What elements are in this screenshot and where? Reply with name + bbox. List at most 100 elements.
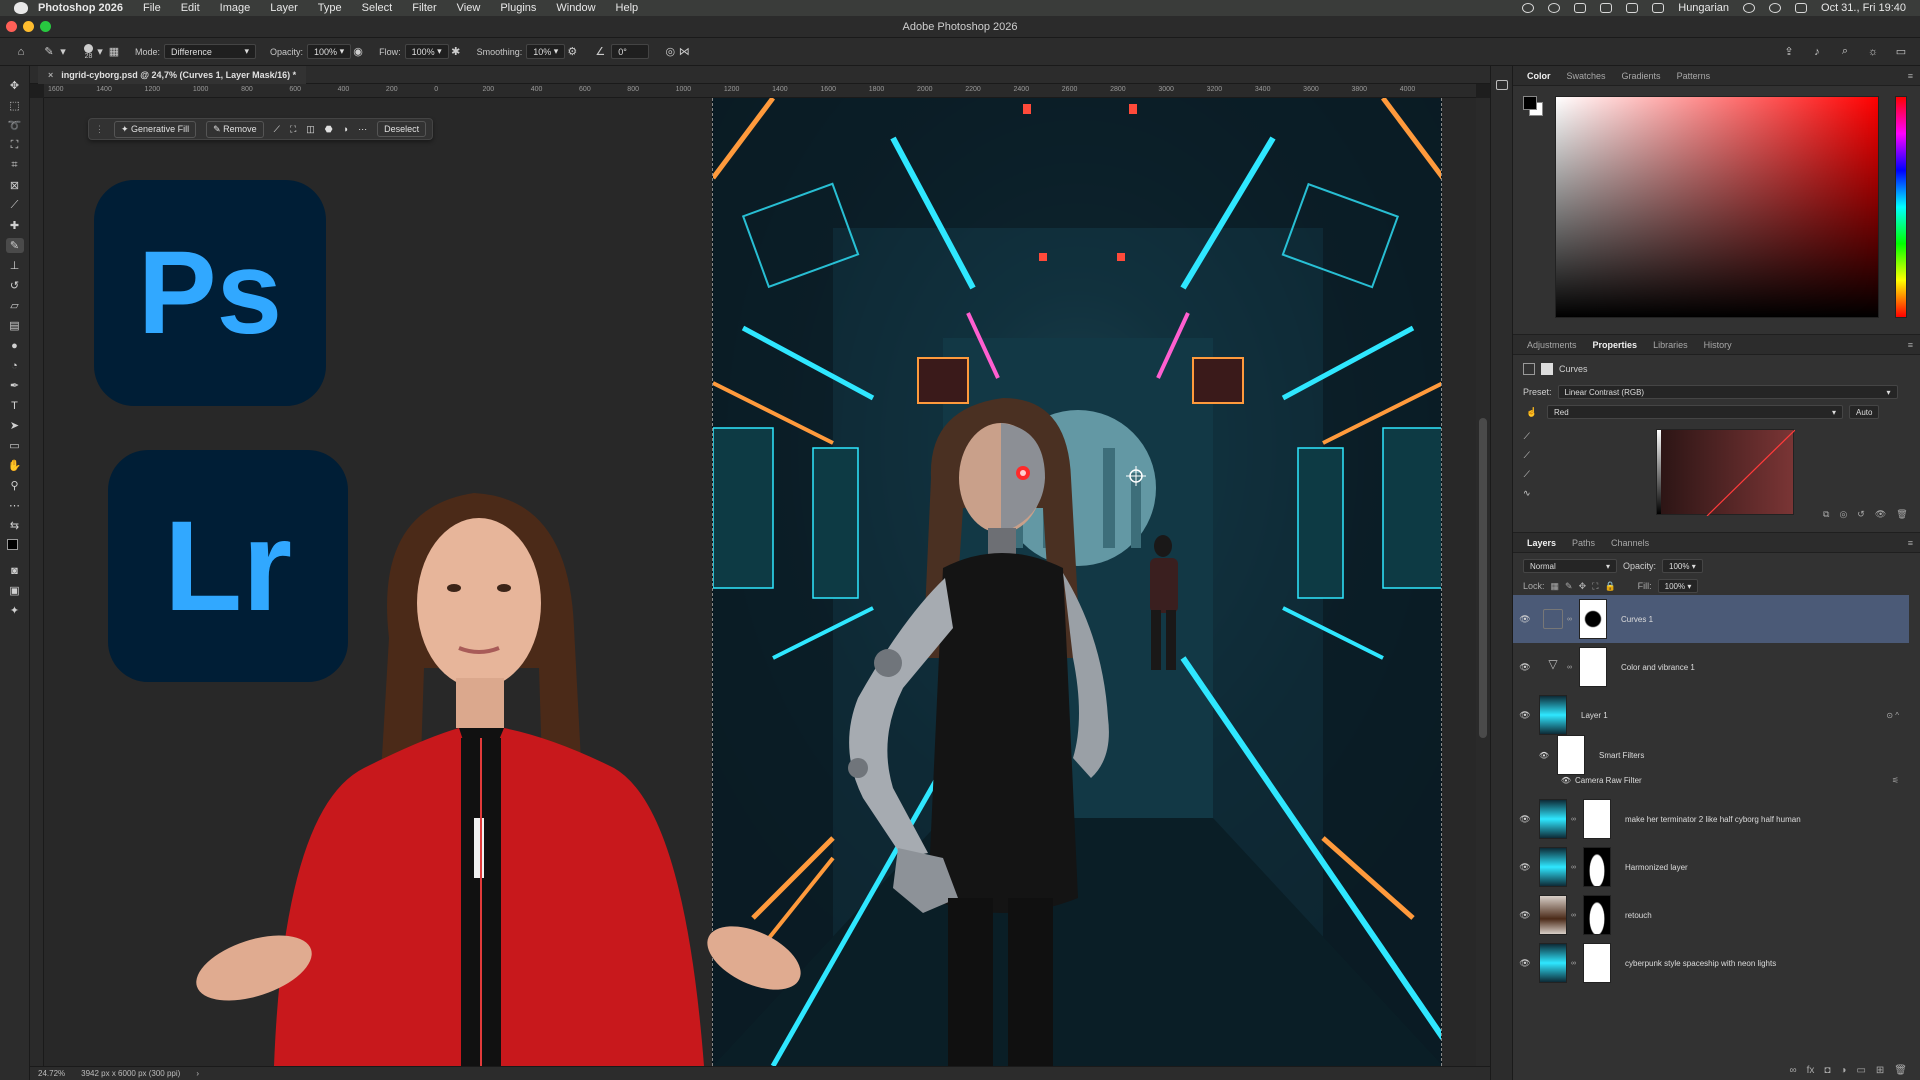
close-tab-icon[interactable]: × [48,70,53,80]
reset-icon[interactable]: ↺ [1857,509,1865,520]
history-brush-tool-icon[interactable]: ↺ [6,278,24,293]
visibility-eye-icon[interactable]: 👁 [1513,958,1537,969]
trash-icon[interactable]: 🗑 [1894,1065,1907,1076]
layer-mask-thumbnail[interactable] [1583,847,1611,887]
foreground-color-swatch[interactable] [1523,96,1537,110]
tab-paths[interactable]: Paths [1572,538,1595,548]
more-tools-icon[interactable]: ⋯ [6,498,24,513]
airbrush-icon[interactable]: ✱ [449,45,463,59]
path-selection-tool-icon[interactable]: ➤ [6,418,24,433]
black-point-eyedropper-icon[interactable]: ⟋ [1524,431,1530,442]
channel-dropdown[interactable]: Red ▾ [1547,405,1843,419]
opacity-field[interactable]: 100% ▾ [307,44,352,59]
hue-slider[interactable] [1895,96,1907,318]
document-tab[interactable]: × ingrid-cyborg.psd @ 24,7% (Curves 1, L… [38,66,307,84]
zoom-tool-icon[interactable]: ⚲ [6,478,24,493]
link-icon[interactable]: ∞ [1567,616,1573,623]
visibility-eye-icon[interactable]: 👁 [1513,662,1537,673]
pressure-size-icon[interactable]: ◎ [663,45,677,59]
smart-filter-indicator-icon[interactable]: ⊙ ^ [1886,711,1899,720]
layer-thumbnail[interactable] [1539,799,1567,839]
layer-row-terminator[interactable]: 👁 ∞ make her terminator 2 like half cybo… [1513,795,1909,843]
tab-color[interactable]: Color [1527,71,1551,81]
share-icon[interactable]: ⇪ [1782,45,1796,59]
type-tool-icon[interactable]: T [6,398,24,413]
tab-properties[interactable]: Properties [1593,340,1638,350]
quick-mask-icon[interactable]: ◙ [6,563,24,578]
minimize-window-button[interactable] [23,21,34,32]
search-icon[interactable]: ⌕ [1838,45,1852,59]
notifications-icon[interactable]: ♪ [1810,45,1824,59]
screen-mode-icon[interactable]: ▣ [6,583,24,598]
lock-position-icon[interactable]: ✥ [1579,581,1587,592]
auto-button[interactable]: Auto [1849,405,1880,419]
curve-edit-icon[interactable]: ∿ [1523,488,1531,499]
gray-point-eyedropper-icon[interactable]: ⟋ [1524,450,1530,461]
lasso-tool-icon[interactable]: ➰ [6,118,24,133]
clone-stamp-tool-icon[interactable]: ⊥ [6,258,24,273]
workspace-icon[interactable]: ▭ [1894,45,1908,59]
menu-help[interactable]: Help [616,2,639,14]
more-options-icon[interactable]: ⋯ [358,124,367,135]
document-info[interactable]: 3942 px x 6000 px (300 ppi) [81,1069,180,1078]
layer-row-layer-1[interactable]: 👁 Layer 1 ⊙ ^ [1513,691,1909,739]
target-adjust-icon[interactable]: ☝ [1523,407,1541,418]
lock-all-icon[interactable]: 🔒 [1604,581,1615,592]
blur-tool-icon[interactable]: ● [6,338,24,353]
layer-row-camera-raw-filter[interactable]: 👁 Camera Raw Filter ⚟ [1513,769,1909,791]
wifi-icon[interactable] [1743,3,1756,13]
apple-icon[interactable] [14,2,28,14]
layer-mask-thumbnail[interactable] [1583,895,1611,935]
transform-selection-icon[interactable]: ⛶ [290,124,296,135]
link-icon[interactable]: ∞ [1571,912,1577,919]
marquee-tool-icon[interactable]: ⬚ [6,98,24,113]
lock-artboard-icon[interactable]: ⛶ [1592,581,1598,592]
new-layer-icon[interactable]: ⊞ [1876,1065,1884,1076]
zoom-level[interactable]: 24.72% [38,1069,65,1078]
layer-row-retouch[interactable]: 👁 ∞ retouch [1513,891,1909,939]
tab-adjustments[interactable]: Adjustments [1527,340,1577,350]
tab-swatches[interactable]: Swatches [1567,71,1606,81]
add-style-icon[interactable]: fx [1807,1065,1815,1076]
fill-field[interactable]: 100% ▾ [1657,579,1699,593]
link-icon[interactable]: ∞ [1567,664,1573,671]
visibility-eye-icon[interactable]: 👁 [1513,814,1537,825]
remove-button[interactable]: ✎ Remove [206,120,264,138]
foreground-color-swatch[interactable] [6,539,18,550]
link-icon[interactable]: ∞ [1571,960,1577,967]
vertical-scrollbar[interactable] [1476,98,1490,1066]
tab-layers[interactable]: Layers [1527,538,1556,548]
chevron-right-icon[interactable]: › [196,1069,199,1078]
layer-thumbnail[interactable] [1539,847,1567,887]
layer-thumbnail[interactable] [1539,695,1567,735]
view-previous-icon[interactable]: ◎ [1839,509,1847,520]
chevron-down-icon[interactable]: ▾ [56,45,70,59]
generative-fill-button[interactable]: ✦ Generative Fill [114,120,197,138]
mode-dropdown[interactable]: Difference ▾ [164,44,257,59]
brush-settings-icon[interactable]: ▦ [107,45,121,59]
brush-tool-icon[interactable]: ✎ [42,45,56,59]
smoothing-settings-icon[interactable]: ⚙ [565,45,579,59]
bluetooth-icon[interactable] [1652,3,1665,13]
zoom-window-button[interactable] [40,21,51,32]
tab-channels[interactable]: Channels [1611,538,1649,548]
chevron-down-icon[interactable]: ▾ [93,45,107,59]
visibility-eye-icon[interactable]: 👁 [1513,710,1537,721]
layer-thumbnail[interactable] [1539,943,1567,983]
visibility-icon[interactable]: 👁 [1875,509,1886,520]
layer-mask-thumbnail[interactable] [1583,943,1611,983]
fill-selection-icon[interactable]: ⬣ [325,124,333,135]
spotlight-search-icon[interactable] [1769,3,1782,13]
panel-menu-icon[interactable]: ≡ [1908,538,1913,548]
deselect-button[interactable]: Deselect [377,121,427,137]
pen-tool-icon[interactable]: ✒ [6,378,24,393]
eyedropper-tool-icon[interactable]: ⟋ [6,198,24,213]
clip-to-layer-icon[interactable]: ⧉ [1823,509,1829,520]
menu-edit[interactable]: Edit [181,2,200,14]
flow-field[interactable]: 100% ▾ [404,44,449,59]
close-window-button[interactable] [6,21,17,32]
input-source[interactable]: Hungarian [1678,2,1729,14]
invert-selection-icon[interactable]: ◫ [306,124,315,135]
color-swatches[interactable] [5,538,25,558]
layer-opacity-field[interactable]: 100% ▾ [1662,559,1703,573]
